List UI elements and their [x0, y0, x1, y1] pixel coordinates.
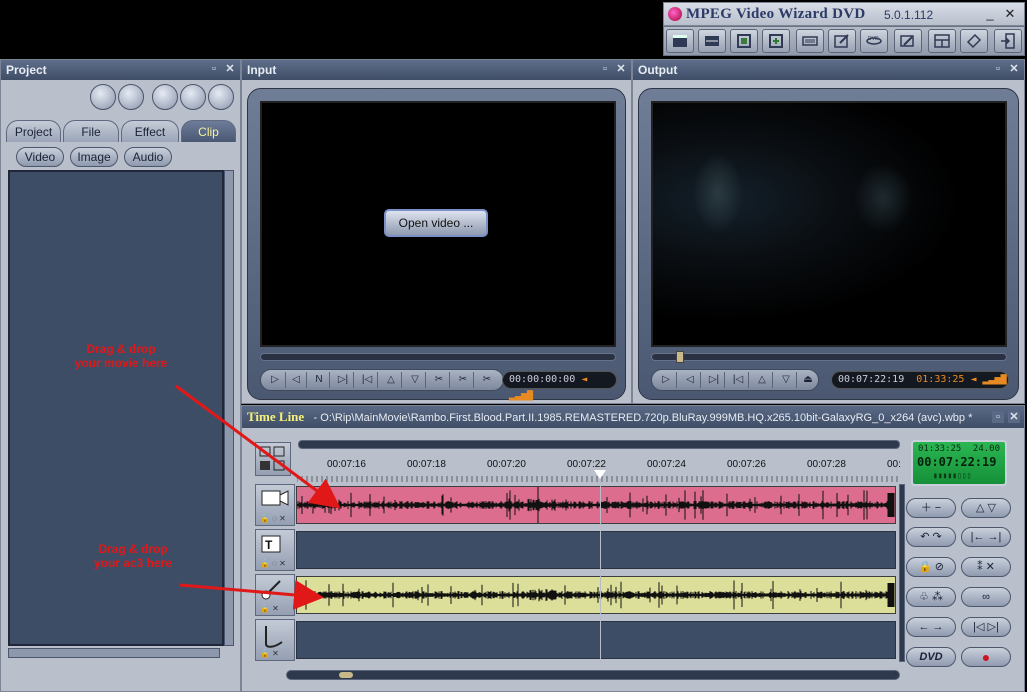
arrow-to-audio-track — [179, 579, 324, 610]
annotation-arrows — [175, 384, 341, 610]
arrow-to-video-track — [175, 384, 341, 509]
